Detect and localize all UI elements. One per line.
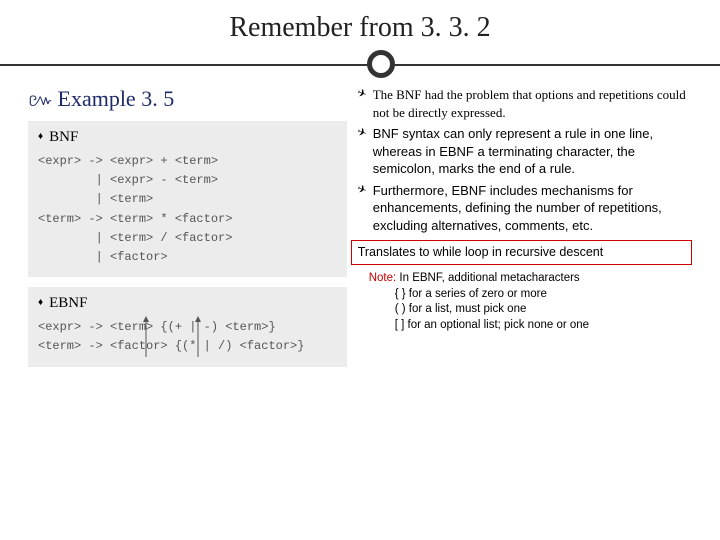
bnf-line: | <term> / <factor> <box>38 229 337 248</box>
bnf-line: <expr> -> <expr> + <term> <box>38 152 337 171</box>
bullet-item: Furthermore, EBNF includes mechanisms fo… <box>355 182 692 235</box>
slide-title: Remember from 3. 3. 2 <box>28 12 692 44</box>
bullet-item: The BNF had the problem that options and… <box>355 86 692 121</box>
bnf-line: | <factor> <box>38 248 337 267</box>
bnf-label: BNF <box>38 129 337 146</box>
note-intro: In EBNF, additional metacharacters <box>396 272 579 284</box>
bullet-text: Furthermore, EBNF includes mechanisms fo… <box>373 183 662 233</box>
bullet-item: BNF syntax can only represent a rule in … <box>355 125 692 178</box>
note-meta-lines: { } for a series of zero or more ( ) for… <box>369 287 692 334</box>
right-column: The BNF had the problem that options and… <box>355 86 692 514</box>
example-heading: ៚Example 3. 5 <box>28 86 347 115</box>
divider-line <box>0 64 720 66</box>
slide: Remember from 3. 3. 2 ៚Example 3. 5 BNF … <box>0 0 720 540</box>
bnf-line: <term> -> <term> * <factor> <box>38 210 337 229</box>
left-column: ៚Example 3. 5 BNF <expr> -> <expr> + <te… <box>28 86 347 514</box>
title-divider <box>28 50 692 80</box>
note-meta-line: { } for a series of zero or more <box>395 287 692 303</box>
content-row: ៚Example 3. 5 BNF <expr> -> <expr> + <te… <box>28 86 692 514</box>
note-block: Note: In EBNF, additional metacharacters… <box>355 271 692 333</box>
bnf-lines: <expr> -> <expr> + <term> | <expr> - <te… <box>38 152 337 267</box>
bullet-text: The BNF had the problem that options and… <box>373 87 686 120</box>
divider-circle-icon <box>367 50 395 78</box>
ebnf-line: <term> -> <factor> {(* | /) <factor>} <box>38 337 337 356</box>
note-meta-line: ( ) for a list, must pick one <box>395 302 692 318</box>
note-label: Note: <box>369 272 397 284</box>
bullet-list: The BNF had the problem that options and… <box>355 86 692 234</box>
translate-callout: Translates to while loop in recursive de… <box>351 240 692 265</box>
note-meta-line: [ ] for an optional list; pick none or o… <box>395 318 692 334</box>
bnf-block: BNF <expr> -> <expr> + <term> | <expr> -… <box>28 121 347 277</box>
ebnf-line: <expr> -> <term> {(+ | -) <term>} <box>38 318 337 337</box>
swirl-bullet-icon: ៚ <box>28 90 54 110</box>
bnf-line: | <term> <box>38 190 337 209</box>
example-heading-text: Example 3. 5 <box>58 86 175 111</box>
ebnf-block: EBNF <expr> -> <term> {(+ | -) <term>} <… <box>28 287 347 366</box>
bullet-text: BNF syntax can only represent a rule in … <box>373 126 653 176</box>
ebnf-lines: <expr> -> <term> {(+ | -) <term>} <term>… <box>38 318 337 356</box>
ebnf-label: EBNF <box>38 295 337 312</box>
bnf-line: | <expr> - <term> <box>38 171 337 190</box>
